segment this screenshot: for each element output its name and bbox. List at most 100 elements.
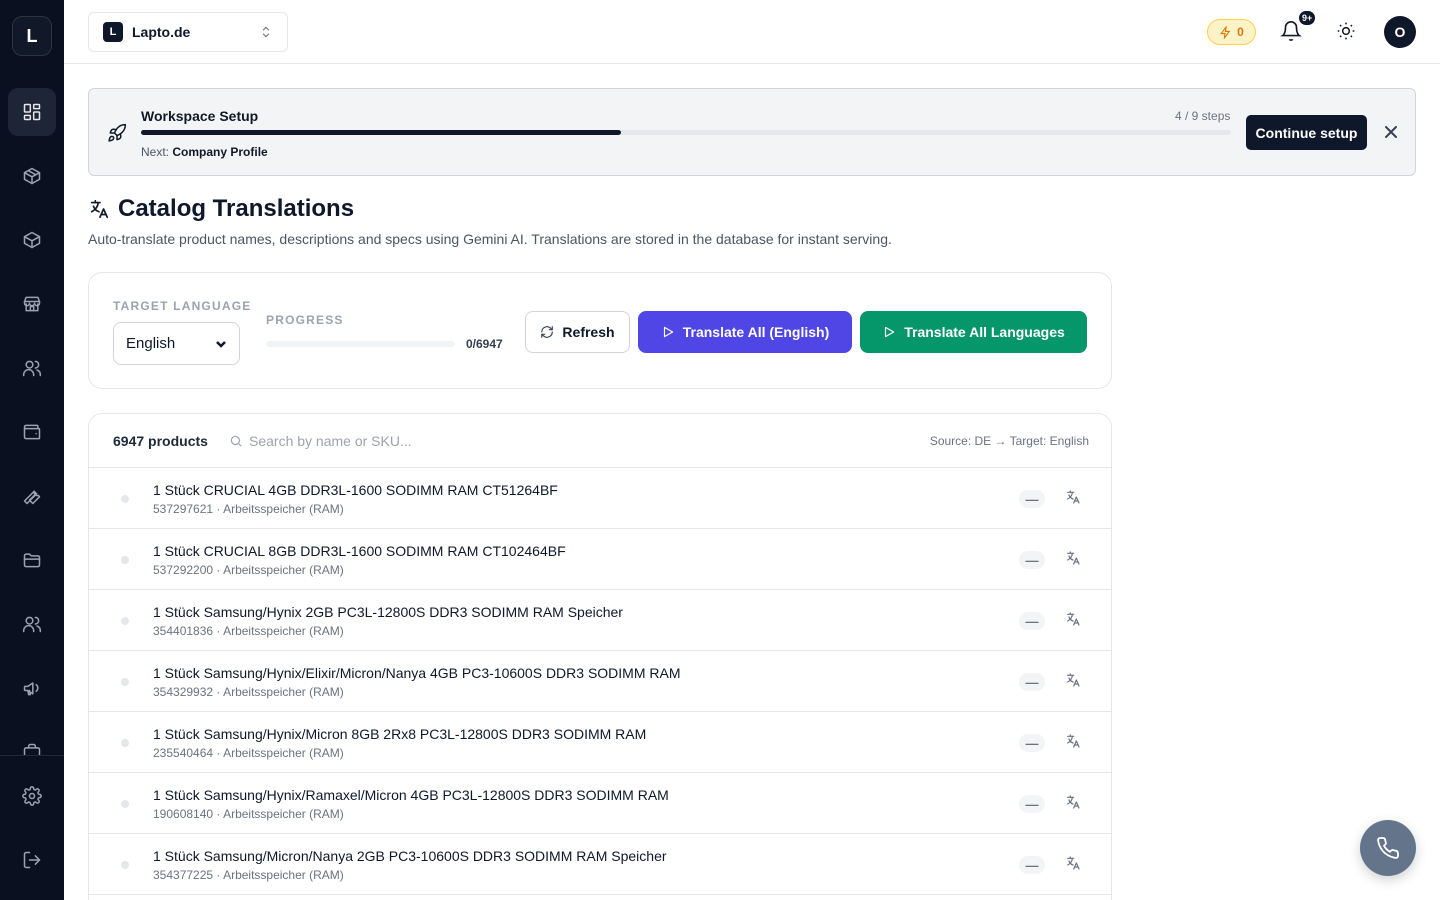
translation-status: — <box>1019 490 1045 508</box>
product-row[interactable]: 1 Stück CRUCIAL 4GB DDR3L-1600 SODIMM RA… <box>89 468 1111 529</box>
translate-icon <box>1067 734 1080 748</box>
sidebar-item-products[interactable] <box>8 152 56 200</box>
workspace-badge: L <box>103 22 123 42</box>
translate-all-label: Translate All Languages <box>904 324 1065 340</box>
status-dot <box>121 495 129 503</box>
briefcase-icon <box>23 743 41 755</box>
progress-value: 0/6947 <box>466 337 503 351</box>
translation-controls: TARGET LANGUAGE English PROGRESS 0/6947 … <box>88 272 1112 389</box>
box-icon <box>23 167 41 185</box>
sidebar-item-store[interactable] <box>8 280 56 328</box>
product-row[interactable]: 1 Stück Samsung/Hynix/Micron 8GB 2Rx8 PC… <box>89 712 1111 773</box>
translate-icon <box>1067 673 1080 687</box>
product-meta: 354329932 · Arbeitsspeicher (RAM) <box>153 685 344 699</box>
translate-icon <box>1067 490 1080 504</box>
product-name: 1 Stück Samsung/Hynix/Elixir/Micron/Nany… <box>153 665 681 681</box>
credits-badge[interactable]: 0 <box>1207 19 1256 45</box>
product-row[interactable]: 1 Stück Samsung/Hynix 2GB PC3L-12800S DD… <box>89 590 1111 651</box>
product-row[interactable]: 1 Stück Samsung/Micron/Nanya 2GB PC3-106… <box>89 834 1111 895</box>
product-meta: 235540464 · Arbeitsspeicher (RAM) <box>153 746 344 760</box>
translate-icon <box>1067 795 1080 809</box>
logout-icon <box>23 851 41 869</box>
product-name: 1 Stück CRUCIAL 4GB DDR3L-1600 SODIMM RA… <box>153 482 558 498</box>
refresh-button[interactable]: Refresh <box>525 311 630 353</box>
page-subtitle: Auto-translate product names, descriptio… <box>88 231 892 247</box>
refresh-label: Refresh <box>562 324 615 340</box>
translation-status: — <box>1019 734 1045 752</box>
product-meta: 537297621 · Arbeitsspeicher (RAM) <box>153 502 344 516</box>
setup-next-label: Next: <box>141 145 170 159</box>
status-dot <box>121 556 129 564</box>
play-icon <box>885 326 895 338</box>
product-name: 1 Stück Samsung/Hynix/Ramaxel/Micron 4GB… <box>153 787 669 803</box>
translation-status: — <box>1019 551 1045 569</box>
product-name: 1 Stück Samsung/Hynix/Micron 8GB 2Rx8 PC… <box>153 726 647 742</box>
status-dot <box>121 678 129 686</box>
product-name: 1 Stück Samsung/Hynix 2GB PC3L-12800S DD… <box>153 604 623 620</box>
setup-progress-bar <box>141 130 1231 135</box>
translate-all-current-button[interactable]: Translate All (English) <box>638 311 852 353</box>
progress-label: PROGRESS <box>266 313 344 327</box>
product-row[interactable]: 1 Stück CRUCIAL 8GB DDR3L-1600 SODIMM RA… <box>89 529 1111 590</box>
search-input[interactable] <box>249 430 549 452</box>
store-icon <box>23 296 41 312</box>
status-dot <box>121 861 129 869</box>
workspace-logo[interactable]: L <box>12 16 52 56</box>
product-meta: 190608140 · Arbeitsspeicher (RAM) <box>153 807 344 821</box>
product-row[interactable]: 1 Stück Samsung/Hynix/Elixir/Micron/Nany… <box>89 651 1111 712</box>
sidebar-item-settings[interactable] <box>8 772 56 820</box>
translation-status: — <box>1019 673 1045 691</box>
translate-product-button[interactable] <box>1065 855 1083 873</box>
translation-status: — <box>1019 856 1045 874</box>
sun-icon <box>1337 22 1355 40</box>
translation-progress-bar <box>266 341 455 347</box>
sidebar-item-wallet[interactable] <box>8 408 56 456</box>
phone-icon <box>1377 837 1399 859</box>
theme-toggle[interactable] <box>1336 21 1358 43</box>
translate-all-languages-button[interactable]: Translate All Languages <box>860 311 1087 353</box>
product-row[interactable]: 1 Stück Samsung/Hynix/Ramaxel/Micron 4GB… <box>89 773 1111 834</box>
search-icon <box>230 435 242 447</box>
refresh-icon <box>541 326 554 338</box>
lightning-icon <box>1220 25 1231 39</box>
translate-product-button[interactable] <box>1065 794 1083 812</box>
translate-current-label: Translate All (English) <box>682 324 830 340</box>
sidebar-item-team[interactable] <box>8 600 56 648</box>
target-language-label: TARGET LANGUAGE <box>113 299 252 313</box>
sidebar: L <box>0 0 64 900</box>
sidebar-item-tools[interactable] <box>8 472 56 520</box>
product-name: 1 Stück CRUCIAL 8GB DDR3L-1600 SODIMM RA… <box>153 543 566 559</box>
product-meta: 354401836 · Arbeitsspeicher (RAM) <box>153 624 344 638</box>
translate-product-button[interactable] <box>1065 489 1083 507</box>
sidebar-item-logout[interactable] <box>8 836 56 884</box>
translate-product-button[interactable] <box>1065 611 1083 629</box>
translate-icon <box>1067 551 1080 565</box>
call-support-button[interactable] <box>1360 820 1416 876</box>
close-icon[interactable] <box>1385 126 1397 138</box>
user-avatar[interactable]: O <box>1384 16 1416 48</box>
megaphone-icon <box>23 682 39 696</box>
translate-product-button[interactable] <box>1065 550 1083 568</box>
workspace-switcher[interactable]: L Lapto.de <box>88 12 288 52</box>
workspace-setup-banner: Workspace Setup 4 / 9 steps Next: Compan… <box>88 88 1416 176</box>
credits-count: 0 <box>1237 25 1244 39</box>
package-icon <box>23 231 41 249</box>
target-language-select[interactable]: English <box>113 322 240 365</box>
status-dot <box>121 617 129 625</box>
translate-product-button[interactable] <box>1065 733 1083 751</box>
sidebar-divider <box>0 755 64 756</box>
translate-product-button[interactable] <box>1065 672 1083 690</box>
sidebar-item-more[interactable] <box>8 728 56 755</box>
setup-title: Workspace Setup <box>141 108 259 124</box>
sidebar-item-marketing[interactable] <box>8 664 56 712</box>
sidebar-item-dashboard[interactable] <box>8 88 56 136</box>
translate-icon <box>1067 612 1080 626</box>
sidebar-item-customers[interactable] <box>8 344 56 392</box>
workspace-name: Lapto.de <box>132 24 191 40</box>
target-language-value: English <box>126 335 176 352</box>
continue-setup-button[interactable]: Continue setup <box>1246 115 1367 150</box>
sidebar-item-inventory[interactable] <box>8 216 56 264</box>
sidebar-item-files[interactable] <box>8 536 56 584</box>
page-title: Catalog Translations <box>118 195 355 222</box>
translate-icon <box>1067 856 1080 870</box>
